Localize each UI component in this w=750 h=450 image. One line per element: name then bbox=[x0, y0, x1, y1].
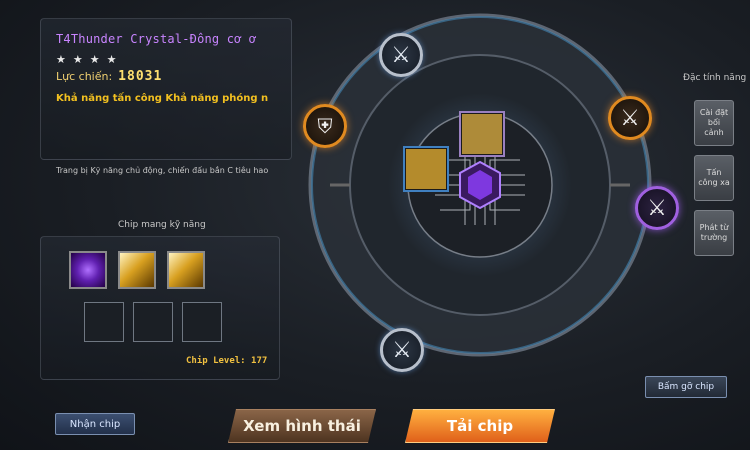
wheel-slot-bottom[interactable]: ⚔ bbox=[380, 328, 424, 372]
star-icon: ★ bbox=[72, 53, 83, 66]
chip-level: Chip Level: 177 bbox=[186, 356, 268, 366]
combat-power-label: Lực chiến: bbox=[56, 70, 113, 83]
chip-wheel bbox=[308, 13, 652, 357]
chip-name: T4Thunder Crystal-Đông cơ ơ bbox=[56, 32, 257, 46]
view-form-button[interactable]: Xem hình thái bbox=[228, 409, 376, 443]
wheel-slot-left[interactable]: ⛨ bbox=[303, 104, 347, 148]
combat-power: Lực chiến: 18031 bbox=[56, 69, 162, 84]
wheel-slot-right[interactable]: ⚔ bbox=[635, 186, 679, 230]
gold-ring-chip[interactable] bbox=[167, 251, 205, 289]
tab-background-setting[interactable]: Cài đặt bối cảnh bbox=[694, 100, 734, 146]
swords-icon: ⚔ bbox=[647, 195, 667, 221]
remove-chip-button[interactable]: Bấm gỡ chip bbox=[645, 376, 727, 398]
abilities-text: Khả năng tấn công Khả năng phóng n bbox=[56, 93, 269, 104]
load-chip-button[interactable]: Tải chip bbox=[405, 409, 555, 443]
swords-icon: ⚔ bbox=[391, 42, 411, 68]
chip-description: Trang bị Kỹ năng chủ động, chiến đấu bắn… bbox=[56, 166, 269, 175]
special-feature-title: Đặc tính năng bbox=[683, 73, 747, 83]
chip-panel-title: Chip mang kỹ năng bbox=[118, 220, 206, 230]
shield-icon: ⛨ bbox=[317, 114, 333, 138]
wheel-slot-upper-right[interactable]: ⚔ bbox=[608, 96, 652, 140]
empty-chip-slot[interactable] bbox=[84, 302, 124, 342]
empty-chip-slot[interactable] bbox=[182, 302, 222, 342]
empty-chip-slot[interactable] bbox=[133, 302, 173, 342]
wheel-slot-top[interactable]: ⚔ bbox=[379, 33, 423, 77]
star-rating: ★ ★ ★ ★ bbox=[56, 53, 117, 66]
swords-icon: ⚔ bbox=[392, 337, 412, 363]
star-icon: ★ bbox=[56, 53, 66, 66]
tab-ranged-attack[interactable]: Tấn công xa bbox=[694, 155, 734, 201]
star-icon: ★ bbox=[106, 53, 117, 66]
gold-blade-chip[interactable] bbox=[118, 251, 156, 289]
tab-magnetic-field[interactable]: Phát từ trường bbox=[694, 210, 734, 256]
star-icon: ★ bbox=[89, 53, 100, 66]
receive-chip-button[interactable]: Nhận chip bbox=[55, 413, 135, 435]
purple-crystal-chip[interactable] bbox=[69, 251, 107, 289]
swords-icon: ⚔ bbox=[620, 105, 640, 131]
combat-power-value: 18031 bbox=[118, 69, 163, 84]
